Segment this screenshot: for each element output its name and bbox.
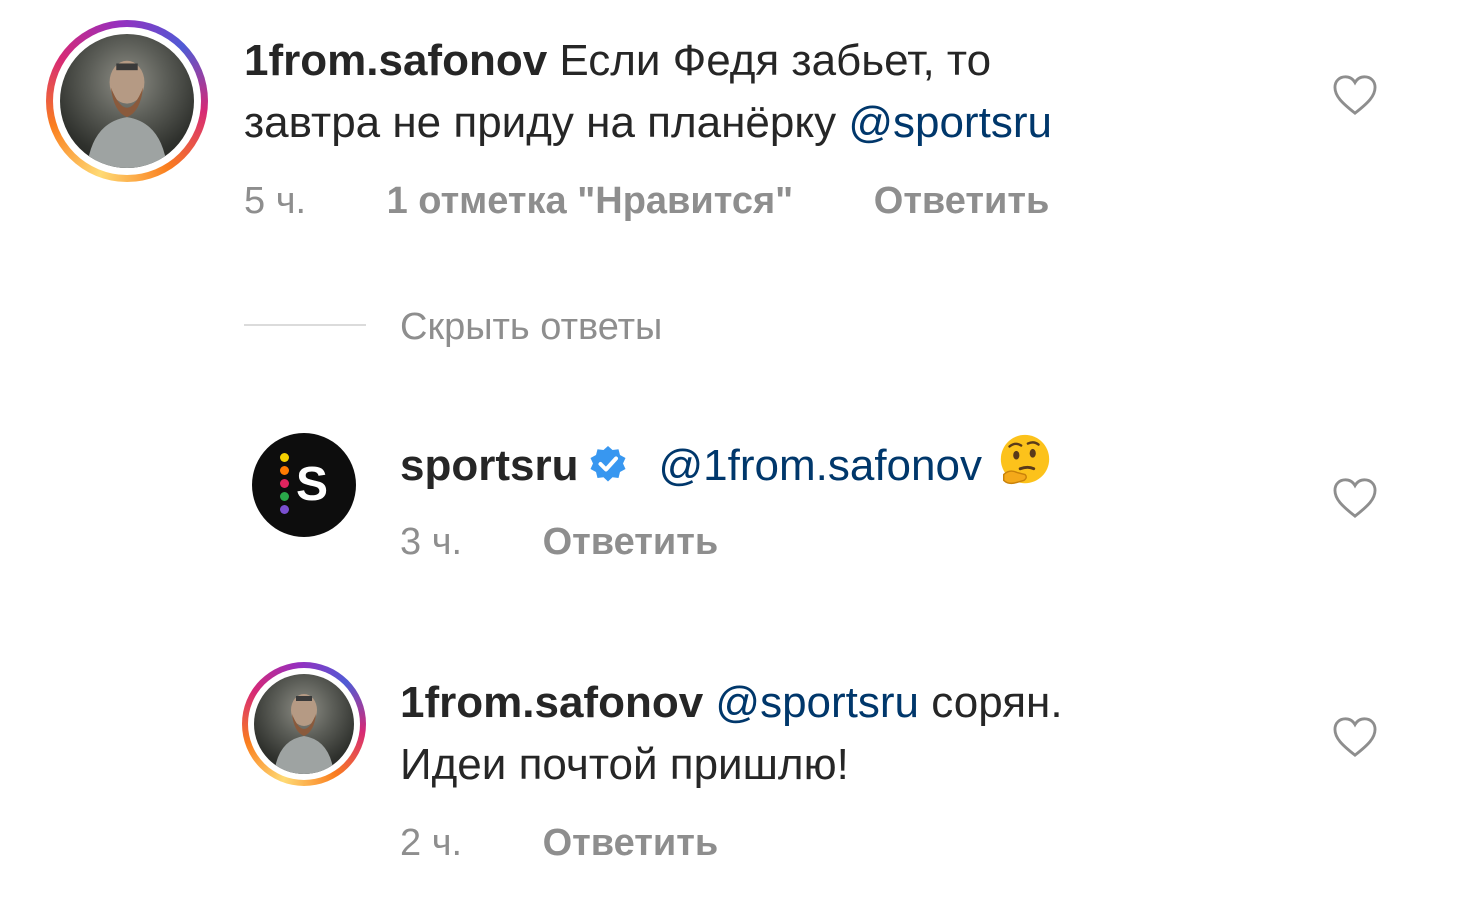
comment-time: 5 ч. [244, 180, 307, 222]
comment-body: 1from.safonov Если Федя забьет, то завтр… [244, 30, 1294, 154]
comment-meta: 5 ч. 1 отметка "Нравится" Ответить [244, 180, 1049, 223]
reply-text: сорян. [931, 678, 1063, 727]
reply-meta: 3 ч. Ответить [400, 521, 718, 564]
reply-meta: 2 ч. Ответить [400, 822, 718, 865]
heart-icon[interactable] [1332, 477, 1378, 519]
avatar-photo-figure [274, 694, 334, 774]
reply-line-2: Идеи почтой пришлю! [400, 734, 1300, 796]
hide-replies-button[interactable]: Скрыть ответы [400, 306, 662, 349]
logo-dot [280, 479, 289, 488]
reply-text-continued: Идеи почтой пришлю! [400, 740, 849, 789]
avatar[interactable] [254, 674, 354, 774]
reply-username[interactable]: sportsru [400, 441, 578, 490]
avatar[interactable] [60, 34, 194, 168]
replies-divider [244, 324, 366, 326]
avatar-sportsru[interactable]: S [252, 433, 356, 537]
reply-body: sportsru @1from.safonov [400, 432, 1054, 497]
comment-username[interactable]: 1from.safonov [244, 36, 547, 85]
reply-button[interactable]: Ответить [874, 180, 1050, 222]
logo-dot [280, 505, 289, 514]
mention-link[interactable]: @sportsru [715, 678, 919, 727]
logo-dot [280, 492, 289, 501]
logo-dot [280, 453, 289, 462]
logo-letter-s: S [296, 458, 329, 511]
reply-button[interactable]: Ответить [543, 521, 719, 563]
avatar-photo-figure [86, 60, 168, 168]
heart-icon[interactable] [1332, 716, 1378, 758]
comment-text-continued: завтра не приду на планёрку [244, 98, 837, 147]
reply-body: 1from.safonov @sportsru сорян. Идеи почт… [400, 672, 1300, 796]
comment-line-2: завтра не приду на планёрку @sportsru [244, 92, 1294, 154]
heart-icon[interactable] [1332, 74, 1378, 116]
reply-time: 2 ч. [400, 822, 463, 864]
verified-badge-icon [590, 446, 626, 482]
reply-line-1: 1from.safonov @sportsru сорян. [400, 672, 1300, 734]
comment-line-1: 1from.safonov Если Федя забьет, то [244, 30, 1294, 92]
mention-link[interactable]: @sportsru [848, 98, 1052, 147]
reply-username[interactable]: 1from.safonov [400, 678, 703, 727]
likes-count[interactable]: 1 отметка "Нравится" [387, 180, 794, 222]
logo-dot [280, 466, 289, 475]
comment-text: Если Федя забьет, то [559, 36, 992, 85]
reply-time: 3 ч. [400, 521, 463, 563]
mention-link[interactable]: @1from.safonov [658, 441, 981, 490]
reply-button[interactable]: Ответить [543, 822, 719, 864]
thinking-face-emoji [1000, 434, 1050, 485]
